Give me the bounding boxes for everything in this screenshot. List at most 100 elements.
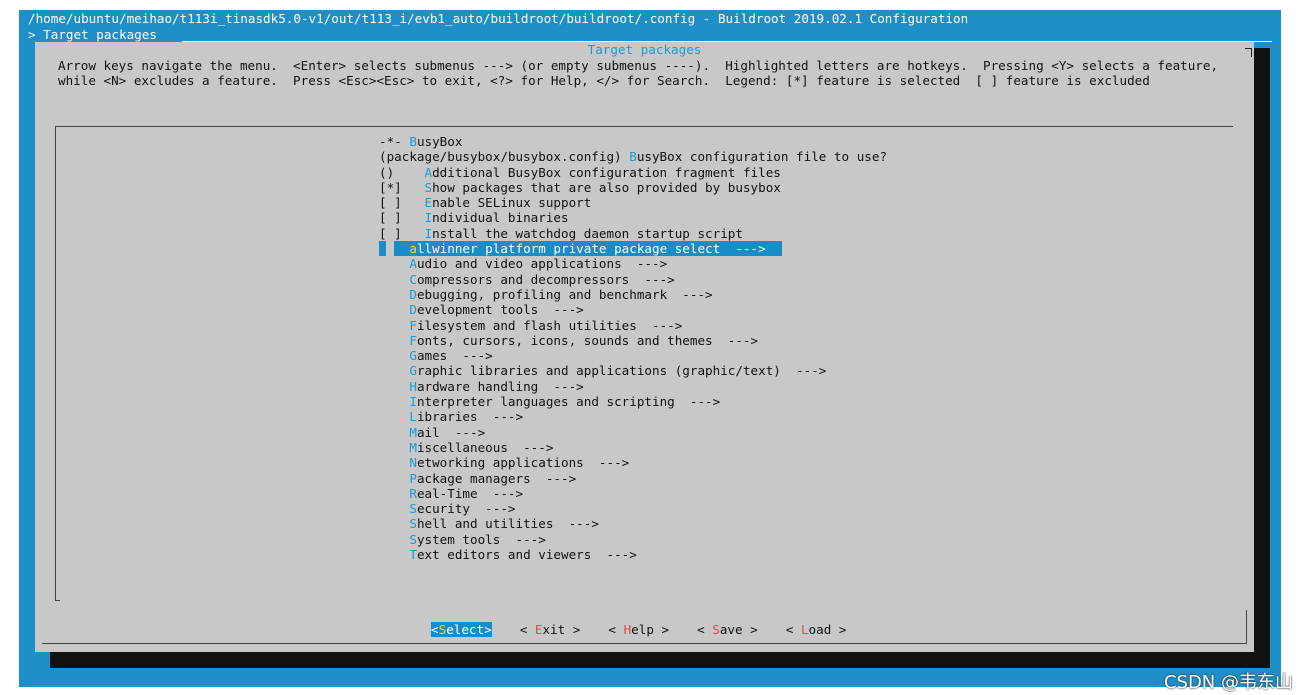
menu-item-hotkey: A [409,256,417,272]
menu-item-label: iscellaneous ---> [416,439,554,455]
menu-item-label: hell and utilities ---> [416,516,599,532]
menu-item-prefix [379,425,409,440]
breadcrumb: > Target packages [28,27,157,42]
menu-item[interactable]: -*- BusyBox [379,134,887,149]
menu-item-prefix: [ ] [379,195,425,211]
menu-item-prefix [379,394,409,409]
help-line-2: while <N> excludes a feature. Press <Esc… [58,73,1150,88]
menu-item-label: ibraries ---> [416,409,524,425]
menu-item[interactable]: Development tools ---> [379,302,887,317]
watermark: CSDN @韦东山 [1163,672,1293,693]
menu-item-label: ystem tools ---> [416,531,546,547]
dialog-title: Target packages [587,42,702,57]
menu-item-hotkey: M [409,424,417,440]
menu-item[interactable]: Package managers ---> [379,471,887,486]
menu-item-prefix: [ ] [379,225,425,241]
menu-item[interactable]: [ ] Individual binaries [379,210,887,225]
menu-item-hotkey: P [409,470,417,486]
menuconfig-dialog: Target packages Arrow keys navigate the … [35,42,1254,652]
menu-item-label: nterpreter languages and scripting ---> [416,394,721,410]
menu-item-label: ackage managers ---> [416,470,577,486]
menu-item-prefix [379,363,409,378]
menu-item-prefix [379,272,409,287]
menu-item-prefix [379,440,409,455]
menu-item-hotkey: F [409,332,417,348]
menu-item-label: evelopment tools ---> [416,302,584,318]
menu-item[interactable]: Real-Time ---> [379,486,887,501]
menu-item-prefix [379,256,409,271]
menu-item[interactable]: () Additional BusyBox configuration frag… [379,165,887,180]
menu-item-prefix [379,379,409,394]
menu-item[interactable]: Debugging, profiling and benchmark ---> [379,287,887,302]
menu-item[interactable]: Fonts, cursors, icons, sounds and themes… [379,333,887,348]
menu-item-label: ndividual binaries [432,210,569,226]
menu-item[interactable]: Mail ---> [379,425,887,440]
menu-item-label: ardware handling ---> [416,378,584,394]
save-button[interactable]: < Save > [697,622,758,637]
menu-item[interactable]: Hardware handling ---> [379,379,887,394]
menu-item[interactable]: Audio and video applications ---> [379,256,887,271]
menu-item[interactable]: Networking applications ---> [379,455,887,470]
button-label: oad [808,622,832,637]
button-label: xit [542,622,566,637]
menu-item-prefix [379,532,409,547]
menu-item-hotkey: T [409,547,417,563]
menu-item-label: usyBox configuration file to use? [636,149,888,165]
menu-item-prefix: -*- [379,134,410,149]
menu-item-hotkey: I [424,225,433,241]
menu-item[interactable]: Libraries ---> [379,409,887,424]
exit-button[interactable]: < Exit > [520,622,581,637]
menu-item-prefix: () [379,164,425,180]
menu-item-hotkey: S [409,501,417,517]
menu-item[interactable]: Compressors and decompressors ---> [379,272,887,287]
menu-item[interactable]: allwinner platform private package selec… [379,241,887,257]
menu-item[interactable]: [ ] Install the watchdog daemon startup … [379,226,887,241]
menu-item[interactable]: Miscellaneous ---> [379,440,887,455]
menu-item-hotkey: B [629,149,637,165]
select-button[interactable]: <Select> [431,622,492,637]
dialog-corner [1245,48,1252,57]
menu-item-hotkey: D [409,302,417,318]
button-row: <Select> < Exit > < Help > < Save > < Load > [431,622,874,637]
menu-item-label: nable SELinux support [432,195,592,211]
menu-item[interactable]: Shell and utilities ---> [379,516,887,531]
menu-item-prefix [379,287,409,302]
menu-item-prefix: [ ] [379,210,425,226]
menu-item[interactable]: Security ---> [379,501,887,516]
menu-item-label: llwinner platform private package select… [416,241,766,257]
menu-item[interactable]: System tools ---> [379,532,887,547]
menu-item[interactable]: Filesystem and flash utilities ---> [379,318,887,333]
menu-item-hotkey: A [424,164,433,180]
menu-item-hotkey: S [424,179,433,195]
menu-item-prefix [379,516,409,531]
menu-item[interactable]: Games ---> [379,348,887,363]
menu-item[interactable]: (package/busybox/busybox.config) BusyBox… [379,149,887,164]
menu-item-hotkey: I [409,394,417,410]
menu-item[interactable]: Text editors and viewers ---> [379,547,887,562]
button-separator [42,643,1247,644]
button-label: elect [446,622,485,637]
menu-item-label: ecurity ---> [416,501,516,517]
menu-item-hotkey: C [409,271,417,287]
menu-item-label: ompressors and decompressors ---> [416,271,675,287]
menu-item-label: ames ---> [416,348,493,364]
menu-item-hotkey: G [409,348,417,364]
menu-item-hotkey: R [409,485,417,501]
help-line-1: Arrow keys navigate the menu. <Enter> se… [58,58,1219,73]
menu-item-prefix [379,501,409,516]
menu-item-label: nstall the watchdog daemon startup scrip… [432,225,743,241]
load-button[interactable]: < Load > [786,622,847,637]
menu-item-hotkey: M [409,439,417,455]
help-button[interactable]: < Help > [608,622,669,637]
menu-item[interactable]: [*] Show packages that are also provided… [379,180,887,195]
button-label: elp [631,622,654,637]
menu-item[interactable]: [ ] Enable SELinux support [379,195,887,210]
menu-item-hotkey: E [424,195,433,211]
menu-item-label: udio and video applications ---> [416,256,668,272]
menu-item[interactable]: Interpreter languages and scripting ---> [379,394,887,409]
menu-list: -*- BusyBox (package/busybox/busybox.conf… [379,134,887,562]
menu-item-prefix [379,471,409,486]
menu-item-hotkey: L [409,409,417,425]
menu-item-prefix [379,547,409,562]
menu-item[interactable]: Graphic libraries and applications (grap… [379,363,887,378]
